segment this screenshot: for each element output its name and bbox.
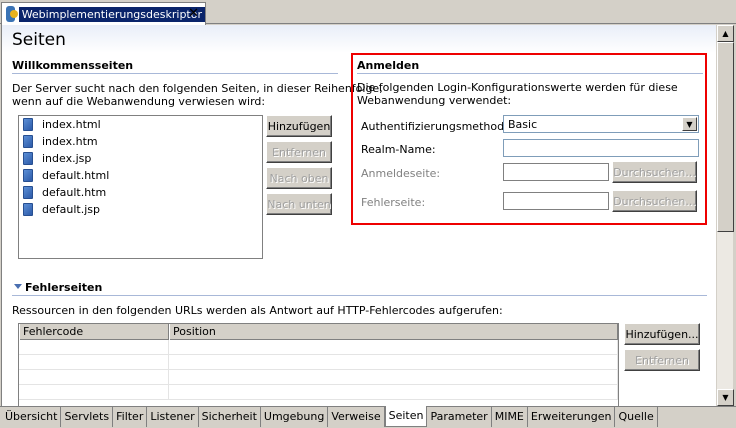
collapse-twisty-icon[interactable] [14, 284, 22, 289]
welcome-description-line2: wenn auf die Webanwendung verwiesen wird… [12, 95, 266, 108]
column-header-position[interactable]: Position [169, 324, 618, 340]
page-banner: Seiten [2, 25, 716, 53]
welcome-section-title: Willkommensseiten [12, 59, 134, 72]
page-title: Seiten [12, 30, 66, 50]
login-description-line1: Die folgenden Login-Konfigurationswerte … [357, 81, 678, 94]
list-item[interactable]: index.jsp [19, 150, 262, 167]
welcome-description-line1: Der Server sucht nach den folgenden Seit… [12, 82, 383, 95]
table-row [19, 370, 618, 385]
tab-security[interactable]: Sicherheit [199, 407, 261, 427]
table-row [19, 340, 618, 355]
error-pages-remove-button[interactable]: Entfernen [624, 349, 700, 371]
editor-tab-title: Webimplementierungsdeskriptor [18, 6, 205, 22]
tab-parameters[interactable]: Parameter [427, 407, 492, 427]
tab-references[interactable]: Verweise [328, 407, 385, 427]
list-item[interactable]: default.jsp [19, 201, 262, 218]
list-item[interactable]: index.html [19, 116, 262, 133]
tab-source[interactable]: Quelle [615, 407, 658, 427]
editor-content: Seiten Willkommensseiten Der Server such… [1, 25, 716, 406]
tab-servlets[interactable]: Servlets [61, 407, 114, 427]
editor-tab[interactable]: Webimplementierungsdeskriptor ✕ [1, 2, 206, 25]
list-item[interactable]: default.htm [19, 184, 262, 201]
page-file-icon [23, 135, 33, 148]
table-row [19, 355, 618, 370]
table-header: Fehlercode Position [19, 324, 618, 340]
login-page-label: Anmeldeseite: [361, 167, 441, 180]
login-page-input[interactable] [503, 163, 609, 181]
error-pages-table[interactable]: Fehlercode Position [18, 323, 619, 406]
list-item[interactable]: index.htm [19, 133, 262, 150]
page-file-icon [23, 203, 33, 216]
scrollbar-thumb[interactable] [717, 42, 734, 232]
welcome-add-button[interactable]: Hinzufügen [266, 115, 332, 137]
welcome-move-down-button[interactable]: Nach unten [266, 193, 332, 215]
close-icon[interactable]: ✕ [188, 6, 199, 21]
welcome-move-up-button[interactable]: Nach oben [266, 167, 332, 189]
error-page-input[interactable] [503, 192, 609, 210]
page-file-icon [23, 186, 33, 199]
tab-pages[interactable]: Seiten [384, 406, 428, 427]
error-pages-description: Ressourcen in den folgenden URLs werden … [12, 304, 503, 317]
welcome-files-list[interactable]: index.html index.htm index.jsp default.h… [18, 115, 263, 259]
tab-filter[interactable]: Filter [113, 407, 148, 427]
chevron-down-icon[interactable]: ▼ [682, 117, 697, 131]
page-file-icon [23, 152, 33, 165]
error-pages-section-divider [12, 295, 707, 296]
column-header-error-code[interactable]: Fehlercode [19, 324, 169, 340]
login-section-title: Anmelden [357, 59, 420, 72]
page-file-icon [23, 118, 33, 131]
tab-mime[interactable]: MIME [492, 407, 528, 427]
auth-method-select[interactable]: Basic ▼ [503, 115, 699, 133]
welcome-section-divider [12, 73, 338, 74]
tab-listener[interactable]: Listener [147, 407, 199, 427]
tab-overview[interactable]: Übersicht [2, 407, 62, 427]
editor-page-tabs: Übersicht Servlets Filter Listener Siche… [0, 406, 736, 428]
table-row [19, 385, 618, 400]
error-pages-add-button[interactable]: Hinzufügen... [624, 323, 700, 345]
web-descriptor-icon [6, 6, 18, 22]
list-item[interactable]: default.html [19, 167, 262, 184]
error-page-browse-button[interactable]: Durchsuchen... [612, 190, 697, 212]
error-page-label: Fehlerseite: [361, 196, 426, 209]
editor-tab-bar: Webimplementierungsdeskriptor ✕ [0, 0, 736, 25]
tab-environment[interactable]: Umgebung [261, 407, 329, 427]
login-section-divider [357, 73, 703, 74]
tab-extensions[interactable]: Erweiterungen [528, 407, 616, 427]
scroll-up-icon[interactable]: ▲ [717, 25, 734, 42]
vertical-scrollbar[interactable]: ▲ ▼ [716, 25, 734, 406]
auth-method-label: Authentifizierungsmethode: [361, 120, 515, 133]
realm-name-label: Realm-Name: [361, 143, 436, 156]
realm-name-input[interactable] [503, 139, 699, 157]
scroll-down-icon[interactable]: ▼ [717, 389, 734, 406]
login-page-browse-button[interactable]: Durchsuchen... [612, 161, 697, 183]
page-file-icon [23, 169, 33, 182]
error-pages-section-title: Fehlerseiten [25, 281, 103, 294]
login-description-line2: Webanwendung verwendet: [357, 94, 512, 107]
welcome-remove-button[interactable]: Entfernen [266, 141, 332, 163]
auth-method-value: Basic [508, 117, 538, 131]
